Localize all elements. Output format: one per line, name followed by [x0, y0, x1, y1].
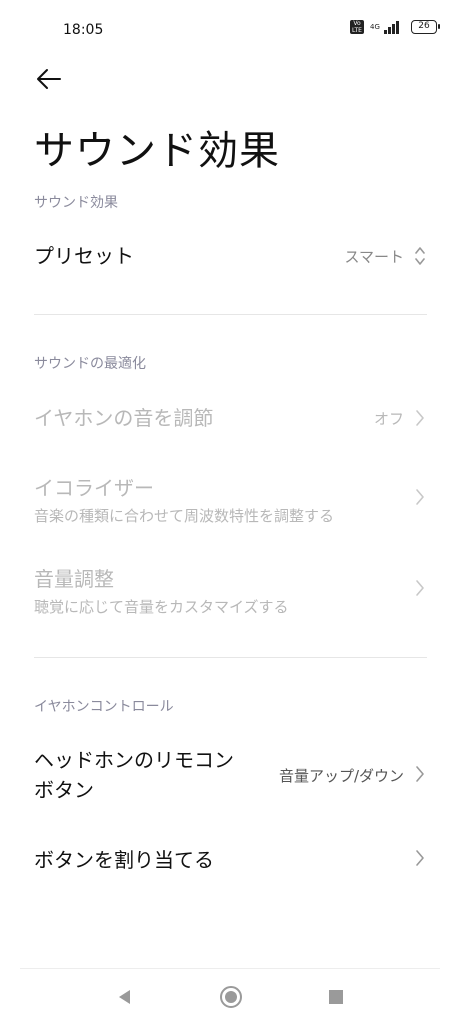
section-header-sound-effects: サウンド効果: [34, 195, 118, 211]
equalizer-title: イコライザー: [34, 476, 154, 500]
assign-buttons-row[interactable]: ボタンを割り当てる: [34, 844, 428, 876]
volume-adjust-title: 音量調整: [34, 567, 114, 591]
nav-back-button[interactable]: [112, 984, 138, 1010]
nav-recents-button[interactable]: [323, 984, 349, 1010]
chevron-right-icon: [416, 850, 424, 866]
chevron-right-icon: [416, 580, 424, 596]
signal-icon: [384, 20, 399, 34]
equalizer-row[interactable]: イコライザー 音楽の種類に合わせて周波数特性を調整する: [34, 472, 428, 525]
nav-home-button[interactable]: [218, 984, 244, 1010]
chevron-right-icon: [416, 410, 424, 426]
back-button[interactable]: [34, 64, 64, 94]
earphone-tuning-title: イヤホンの音を調節: [34, 406, 214, 430]
volume-adjust-subtitle: 聴覚に応じて音量をカスタマイズする: [34, 598, 289, 616]
page-title: サウンド効果: [34, 128, 280, 174]
divider: [34, 657, 427, 658]
network-type: 4G: [370, 23, 380, 31]
chevron-right-icon: [416, 766, 424, 782]
preset-row[interactable]: プリセット スマート: [34, 240, 428, 272]
section-header-earphone-control: イヤホンコントロール: [34, 699, 174, 715]
volte-icon: Vo LTE: [350, 20, 364, 34]
assign-buttons-title: ボタンを割り当てる: [34, 848, 214, 872]
volume-adjust-row[interactable]: 音量調整 聴覚に応じて音量をカスタマイズする: [34, 563, 428, 616]
status-time: 18:05: [63, 22, 104, 38]
circle-home-icon: [220, 986, 242, 1008]
triangle-back-icon: [119, 990, 130, 1004]
section-header-optimization: サウンドの最適化: [34, 356, 146, 372]
status-bar: 18:05 Vo LTE 4G 26: [0, 0, 461, 60]
divider: [34, 314, 427, 315]
preset-value: スマート: [344, 248, 404, 266]
battery-icon: 26: [411, 20, 440, 34]
nav-divider: [20, 968, 440, 969]
remote-button-value: 音量アップ/ダウン: [278, 767, 404, 785]
screen: 18:05 Vo LTE 4G 26 サウンド効果 サウンド効果 プリセット ス…: [0, 0, 461, 1024]
status-icons: Vo LTE 4G 26: [350, 20, 440, 34]
earphone-tuning-row[interactable]: イヤホンの音を調節 オフ: [34, 402, 428, 434]
remote-button-row[interactable]: ヘッドホンのリモコン ボタン 音量アップ/ダウン: [34, 745, 428, 805]
arrow-left-icon: [37, 69, 61, 89]
earphone-tuning-value: オフ: [373, 410, 404, 428]
battery-level: 26: [418, 21, 430, 31]
chevron-up-down-icon: [415, 247, 425, 265]
equalizer-subtitle: 音楽の種類に合わせて周波数特性を調整する: [34, 507, 335, 525]
square-recents-icon: [329, 990, 343, 1004]
chevron-right-icon: [416, 489, 424, 505]
